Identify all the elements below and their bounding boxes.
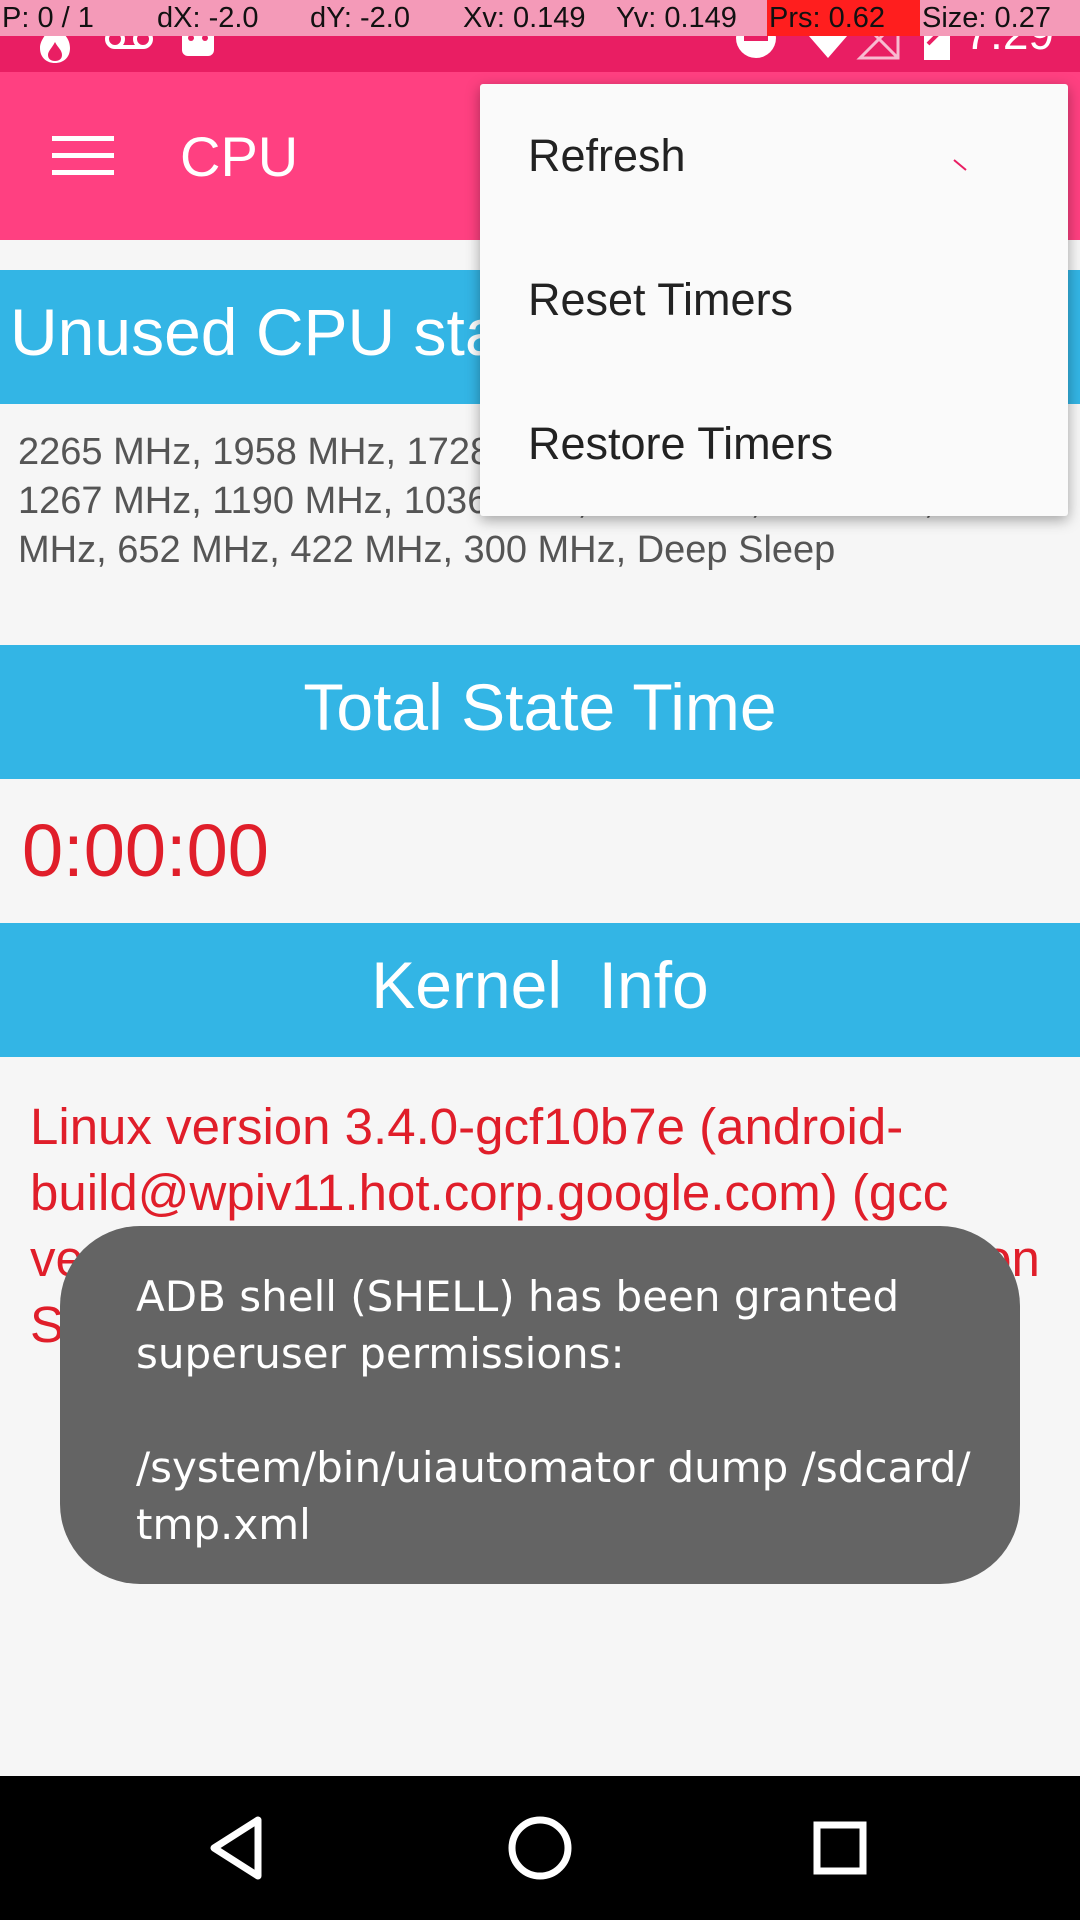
toast-line-4: tmp.xml	[136, 1500, 311, 1549]
debug-dx: dX: -2.0	[157, 2, 259, 34]
debug-pressure: Prs: 0.62	[767, 0, 920, 36]
home-icon[interactable]	[496, 1804, 584, 1892]
kernel-info-title: Kernel Info	[371, 948, 709, 1022]
hamburger-menu-icon[interactable]	[52, 136, 114, 176]
toast-line-1: ADB shell (SHELL) has been granted	[136, 1272, 900, 1321]
menu-item-restore-timers[interactable]: Restore Timers	[528, 418, 833, 470]
overflow-menu: Refresh Reset Timers Restore Timers	[480, 84, 1068, 516]
kernel-info-header: Kernel Info	[0, 923, 1080, 1057]
page-title: CPU	[180, 125, 299, 188]
recents-icon[interactable]	[796, 1804, 884, 1892]
toast-line-2: superuser permissions:	[136, 1329, 625, 1378]
debug-xv: Xv: 0.149	[463, 2, 586, 34]
debug-size: Size: 0.27	[922, 2, 1051, 34]
debug-pointer-count: P: 0 / 1	[2, 2, 94, 34]
menu-item-refresh[interactable]: Refresh	[528, 130, 686, 182]
navigation-bar	[0, 1776, 1080, 1920]
superuser-toast: ADB shell (SHELL) has been granted super…	[60, 1226, 1020, 1584]
total-state-time-title: Total State Time	[303, 670, 777, 744]
menu-item-reset-timers[interactable]: Reset Timers	[528, 274, 793, 326]
toast-line-3: /system/bin/uiautomator dump /sdcard/	[136, 1443, 971, 1492]
debug-dy: dY: -2.0	[310, 2, 410, 34]
touch-trace-mark	[953, 159, 967, 171]
pointer-location-overlay: P: 0 / 1 dX: -2.0 dY: -2.0 Xv: 0.149 Yv:…	[0, 0, 1080, 36]
total-state-time-header: Total State Time	[0, 645, 1080, 779]
debug-yv: Yv: 0.149	[616, 2, 737, 34]
back-icon[interactable]	[196, 1804, 284, 1892]
total-state-time-value: 0:00:00	[22, 809, 269, 892]
